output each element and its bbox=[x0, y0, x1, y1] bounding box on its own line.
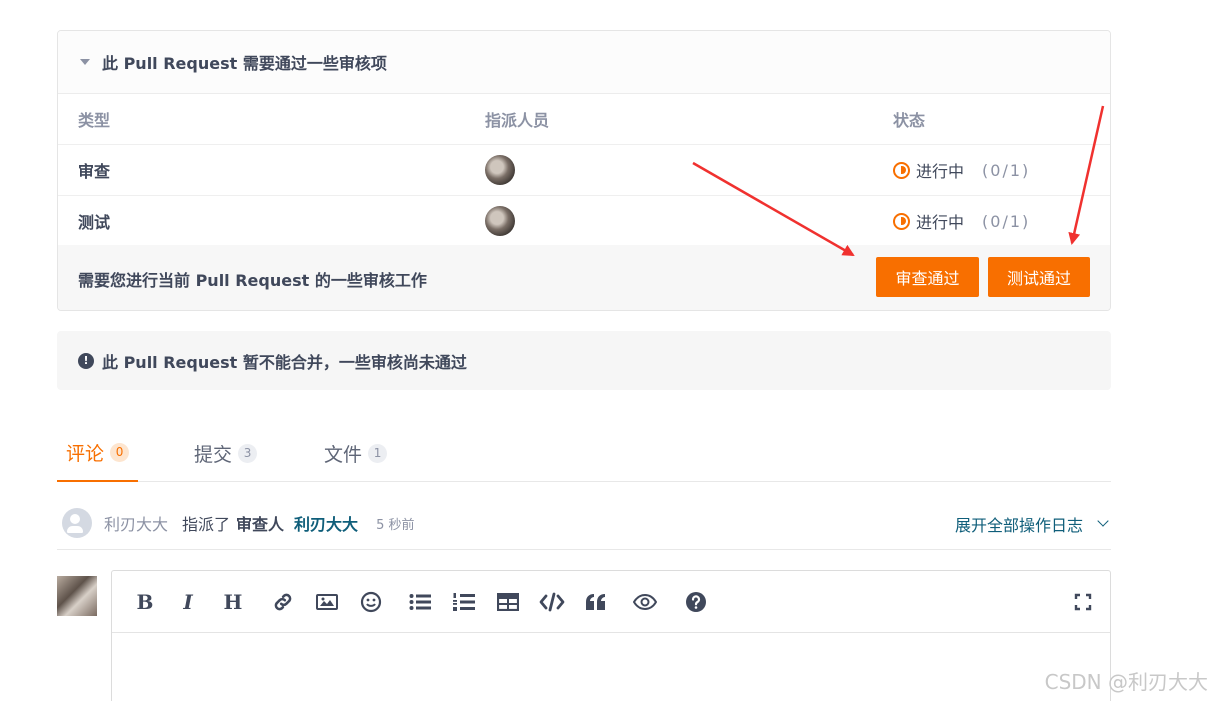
emoji-icon[interactable] bbox=[357, 588, 385, 616]
chevron-down-icon bbox=[1097, 515, 1109, 527]
log-timestamp: 5 秒前 bbox=[376, 517, 415, 533]
table-icon[interactable] bbox=[494, 588, 522, 616]
status-count: (0/1) bbox=[982, 211, 1031, 231]
table-row: 审查 进行中 (0/1) bbox=[58, 145, 1110, 196]
image-icon[interactable] bbox=[313, 588, 341, 616]
user-add-icon bbox=[62, 508, 92, 538]
tab-files[interactable]: 文件 1 bbox=[324, 424, 388, 482]
activity-log-item: 利刃大大 指派了 审查人 利刃大大 5 秒前 展开全部操作日志 bbox=[57, 497, 1111, 550]
approve-review-button[interactable]: 审查通过 bbox=[876, 257, 979, 297]
caret-down-icon[interactable] bbox=[80, 59, 90, 65]
help-icon[interactable] bbox=[682, 588, 710, 616]
column-type: 类型 bbox=[78, 111, 111, 130]
quote-icon[interactable] bbox=[582, 588, 610, 616]
tab-commits[interactable]: 提交 3 bbox=[194, 424, 258, 482]
merge-notice: ! 此 Pull Request 暂不能合并，一些审核尚未通过 bbox=[57, 331, 1111, 390]
review-panel: 此 Pull Request 需要通过一些审核项 类型 指派人员 状态 审查 进… bbox=[57, 30, 1111, 311]
code-icon[interactable] bbox=[538, 588, 566, 616]
tab-count-badge: 3 bbox=[238, 443, 258, 463]
status-cell: 进行中 (0/1) bbox=[893, 196, 1030, 246]
watermark: CSDN @利刃大大 bbox=[1044, 670, 1208, 694]
pr-tabs: 评论 0 提交 3 文件 1 bbox=[57, 424, 1111, 482]
review-table-header: 类型 指派人员 状态 bbox=[58, 94, 1110, 145]
avatar[interactable] bbox=[485, 206, 515, 236]
editor-toolbar: B I H bbox=[112, 571, 1110, 633]
tab-label: 评论 bbox=[66, 442, 105, 465]
status-text: 进行中 bbox=[916, 162, 965, 181]
review-action-bar: 需要您进行当前 Pull Request 的一些审核工作 审查通过 测试通过 bbox=[58, 245, 1110, 310]
review-type: 测试 bbox=[78, 213, 111, 232]
link-icon[interactable] bbox=[269, 588, 297, 616]
tab-label: 文件 bbox=[324, 443, 363, 466]
heading-icon[interactable]: H bbox=[219, 588, 247, 616]
fullscreen-icon[interactable] bbox=[1069, 588, 1097, 616]
status-count: (0/1) bbox=[982, 160, 1031, 180]
tab-label: 提交 bbox=[194, 443, 233, 466]
expand-all-logs-link[interactable]: 展开全部操作日志 bbox=[955, 497, 1111, 550]
column-assignee: 指派人员 bbox=[485, 111, 550, 130]
tab-comments[interactable]: 评论 0 bbox=[57, 424, 139, 482]
table-row: 测试 进行中 (0/1) bbox=[58, 196, 1110, 247]
review-panel-title: 此 Pull Request 需要通过一些审核项 bbox=[102, 54, 387, 73]
bullet-list-icon[interactable] bbox=[406, 588, 434, 616]
review-type: 审查 bbox=[78, 162, 111, 181]
status-cell: 进行中 (0/1) bbox=[893, 145, 1030, 195]
log-target-link[interactable]: 利刃大大 bbox=[294, 511, 358, 535]
in-progress-icon bbox=[893, 161, 910, 179]
log-role: 审查人 bbox=[236, 515, 285, 534]
log-verb: 指派了 bbox=[182, 515, 231, 534]
log-user-link[interactable]: 利刃大大 bbox=[104, 511, 168, 535]
avatar[interactable] bbox=[57, 576, 97, 616]
review-table: 类型 指派人员 状态 审查 进行中 (0/1) 测试 进行中 (0/1) bbox=[58, 94, 1110, 247]
comment-editor: B I H bbox=[111, 570, 1111, 701]
merge-notice-text: 此 Pull Request 暂不能合并，一些审核尚未通过 bbox=[102, 352, 467, 372]
assignee-cell bbox=[485, 196, 515, 246]
status-text: 进行中 bbox=[916, 213, 965, 232]
assignee-cell bbox=[485, 145, 515, 195]
review-action-text: 需要您进行当前 Pull Request 的一些审核工作 bbox=[78, 270, 427, 290]
tab-count-badge: 1 bbox=[368, 443, 388, 463]
italic-icon[interactable]: I bbox=[174, 588, 202, 616]
numbered-list-icon[interactable] bbox=[450, 588, 478, 616]
preview-icon[interactable] bbox=[631, 588, 659, 616]
bold-icon[interactable]: B bbox=[131, 588, 159, 616]
in-progress-icon bbox=[893, 212, 910, 230]
exclamation-circle-icon: ! bbox=[78, 352, 94, 369]
approve-test-button[interactable]: 测试通过 bbox=[988, 257, 1090, 297]
review-panel-header[interactable]: 此 Pull Request 需要通过一些审核项 bbox=[58, 31, 1110, 94]
expand-label: 展开全部操作日志 bbox=[954, 515, 1083, 535]
column-status: 状态 bbox=[893, 111, 926, 130]
tab-count-badge: 0 bbox=[110, 442, 130, 462]
avatar[interactable] bbox=[485, 155, 515, 185]
